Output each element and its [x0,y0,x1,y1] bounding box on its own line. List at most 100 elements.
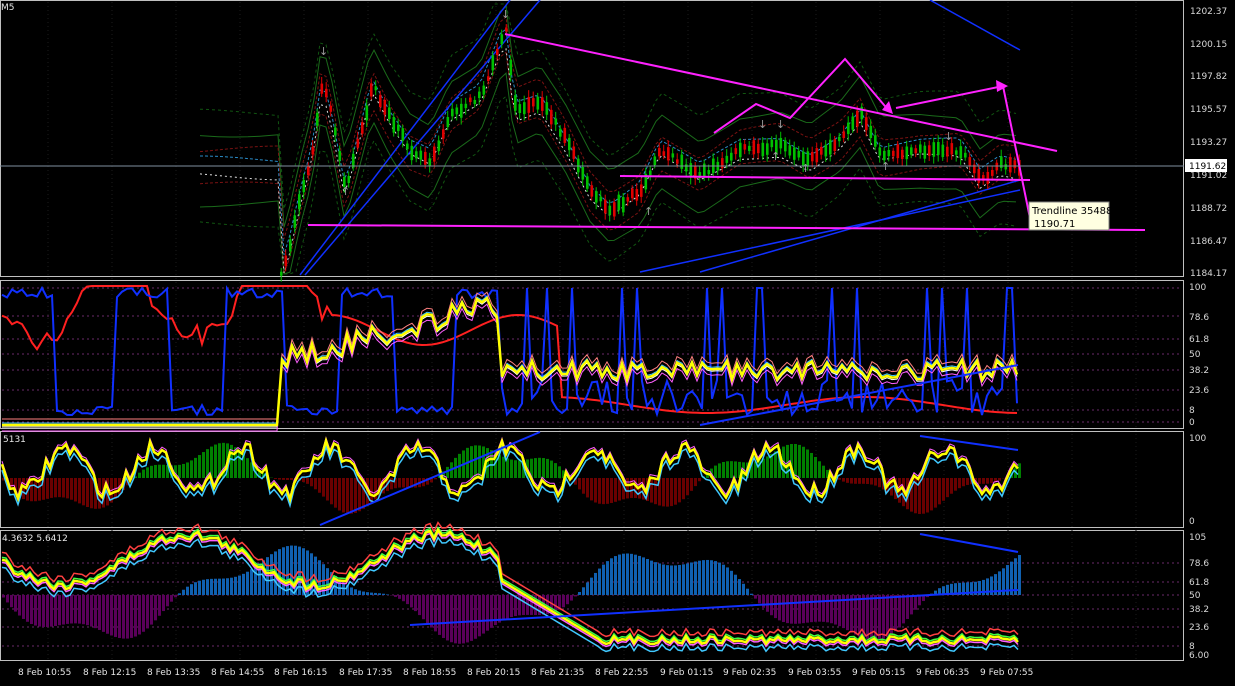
osc3-histogram-bar [666,565,669,595]
candle-body [815,148,819,163]
candle-body [406,143,409,150]
osc3-histogram-bar [134,595,137,637]
osc3-histogram-bar [74,595,77,624]
candle-body [635,189,639,201]
osc3-histogram-bar [466,595,469,643]
osc2-histogram-bar [614,478,617,502]
osc2-histogram-bar [610,478,613,503]
osc3-histogram-bar [34,595,37,626]
candle-body [518,104,522,114]
candle-body [365,105,369,121]
osc2-histogram-bar [650,478,653,503]
candle-body [869,125,873,138]
osc3-histogram-bar [682,564,685,595]
osc2-histogram-bar [1018,463,1021,478]
candle-body [910,147,913,155]
candle-body [604,199,607,214]
osc3-histogram-bar [182,589,185,595]
candle-body [770,139,774,148]
candle-body [1004,164,1008,170]
osc3-histogram-bar [914,595,917,610]
osc3-histogram-bar [114,595,117,637]
osc2-histogram-bar [334,478,337,508]
osc3-histogram-bar [86,595,89,626]
candle-body [307,166,310,176]
osc3-histogram-bar [802,595,805,624]
osc1-level-236: 23.6 [1189,386,1209,396]
osc3-histogram-bar [714,561,717,595]
osc2-histogram-bar [794,443,797,478]
time-label: 8 Feb 18:55 [403,668,456,678]
candle-body [874,135,877,147]
candle-body [293,215,297,228]
candle-body [892,150,895,157]
osc3-histogram-bar [178,593,181,595]
tooltip-line-2: 1190.71 [1034,219,1075,230]
osc3-histogram-bar [806,595,809,623]
osc3-histogram-bar [742,583,745,595]
osc2-histogram-bar [490,450,493,478]
candle-body [491,55,495,71]
candle-body [905,146,909,160]
candle-body [311,146,315,155]
osc2-histogram-bar [766,456,769,478]
osc3-histogram-bar [498,595,501,623]
candle-body [478,91,481,99]
osc2-histogram-bar [186,462,189,478]
osc3-histogram-bar [902,595,905,624]
time-label: 9 Feb 02:35 [723,668,776,678]
osc3-histogram-bar [594,572,597,595]
osc3-value: 4.3632 5.6412 [2,534,68,544]
fractal-arrow-icon: ↓ [501,8,510,21]
candle-body [977,168,981,183]
osc3-histogram-bar [78,595,81,624]
osc3-histogram-bar [706,559,709,595]
osc2-histogram-bar [342,478,345,513]
candle-body [559,128,562,137]
osc2-histogram-bar [62,478,65,498]
candle-body [536,96,540,110]
osc3-histogram-bar [698,560,701,595]
osc3-histogram-bar [110,595,113,636]
osc2-histogram-bar [78,478,81,504]
osc3-histogram-bar [758,595,761,604]
osc2-histogram-bar [162,464,165,478]
candle-body [487,76,490,82]
osc2-histogram-bar [70,478,73,500]
osc2-histogram-bar [506,458,509,478]
osc3-histogram-bar [730,570,733,595]
osc3-histogram-bar [866,595,869,640]
osc3-histogram-bar [106,595,109,634]
candle-body [631,188,634,199]
osc1-level-50: 50 [1189,350,1201,360]
osc2-histogram-bar [246,458,249,478]
osc2-histogram-bar [86,478,89,508]
osc3-histogram-bar [242,573,245,595]
osc2-histogram-bar [606,478,609,504]
osc3-histogram-bar [214,578,217,595]
osc3-histogram-bar [90,595,93,627]
osc3-histogram-bar [154,595,157,621]
trading-chart-window[interactable]: ↓↑↓↑↓ ↓↑↑ ↑↓ 1202.37 1200.15 1197.82 1195.… [0,0,1235,686]
osc3-histogram-bar [686,563,689,595]
candle-body [842,131,846,139]
candle-body [514,95,517,111]
osc3-histogram-bar [598,568,601,595]
osc2-histogram-bar [150,465,153,478]
osc2-histogram-bar [578,478,581,490]
candle-body [455,107,459,115]
candle-body [923,145,927,159]
osc3-level-382: 38.2 [1189,605,1209,615]
candle-body [734,148,738,155]
time-label: 8 Feb 21:35 [531,668,584,678]
osc2-histogram-bar [310,478,313,487]
osc2-histogram-bar [50,478,53,498]
candle-body [856,110,859,127]
osc2-histogram-bar [714,465,717,478]
osc2-histogram-bar [350,478,353,514]
osc2-histogram-bar [822,465,825,478]
osc2-histogram-bar [514,460,517,478]
candle-body [766,143,769,155]
candle-body [410,145,414,161]
candle-body [334,127,337,136]
